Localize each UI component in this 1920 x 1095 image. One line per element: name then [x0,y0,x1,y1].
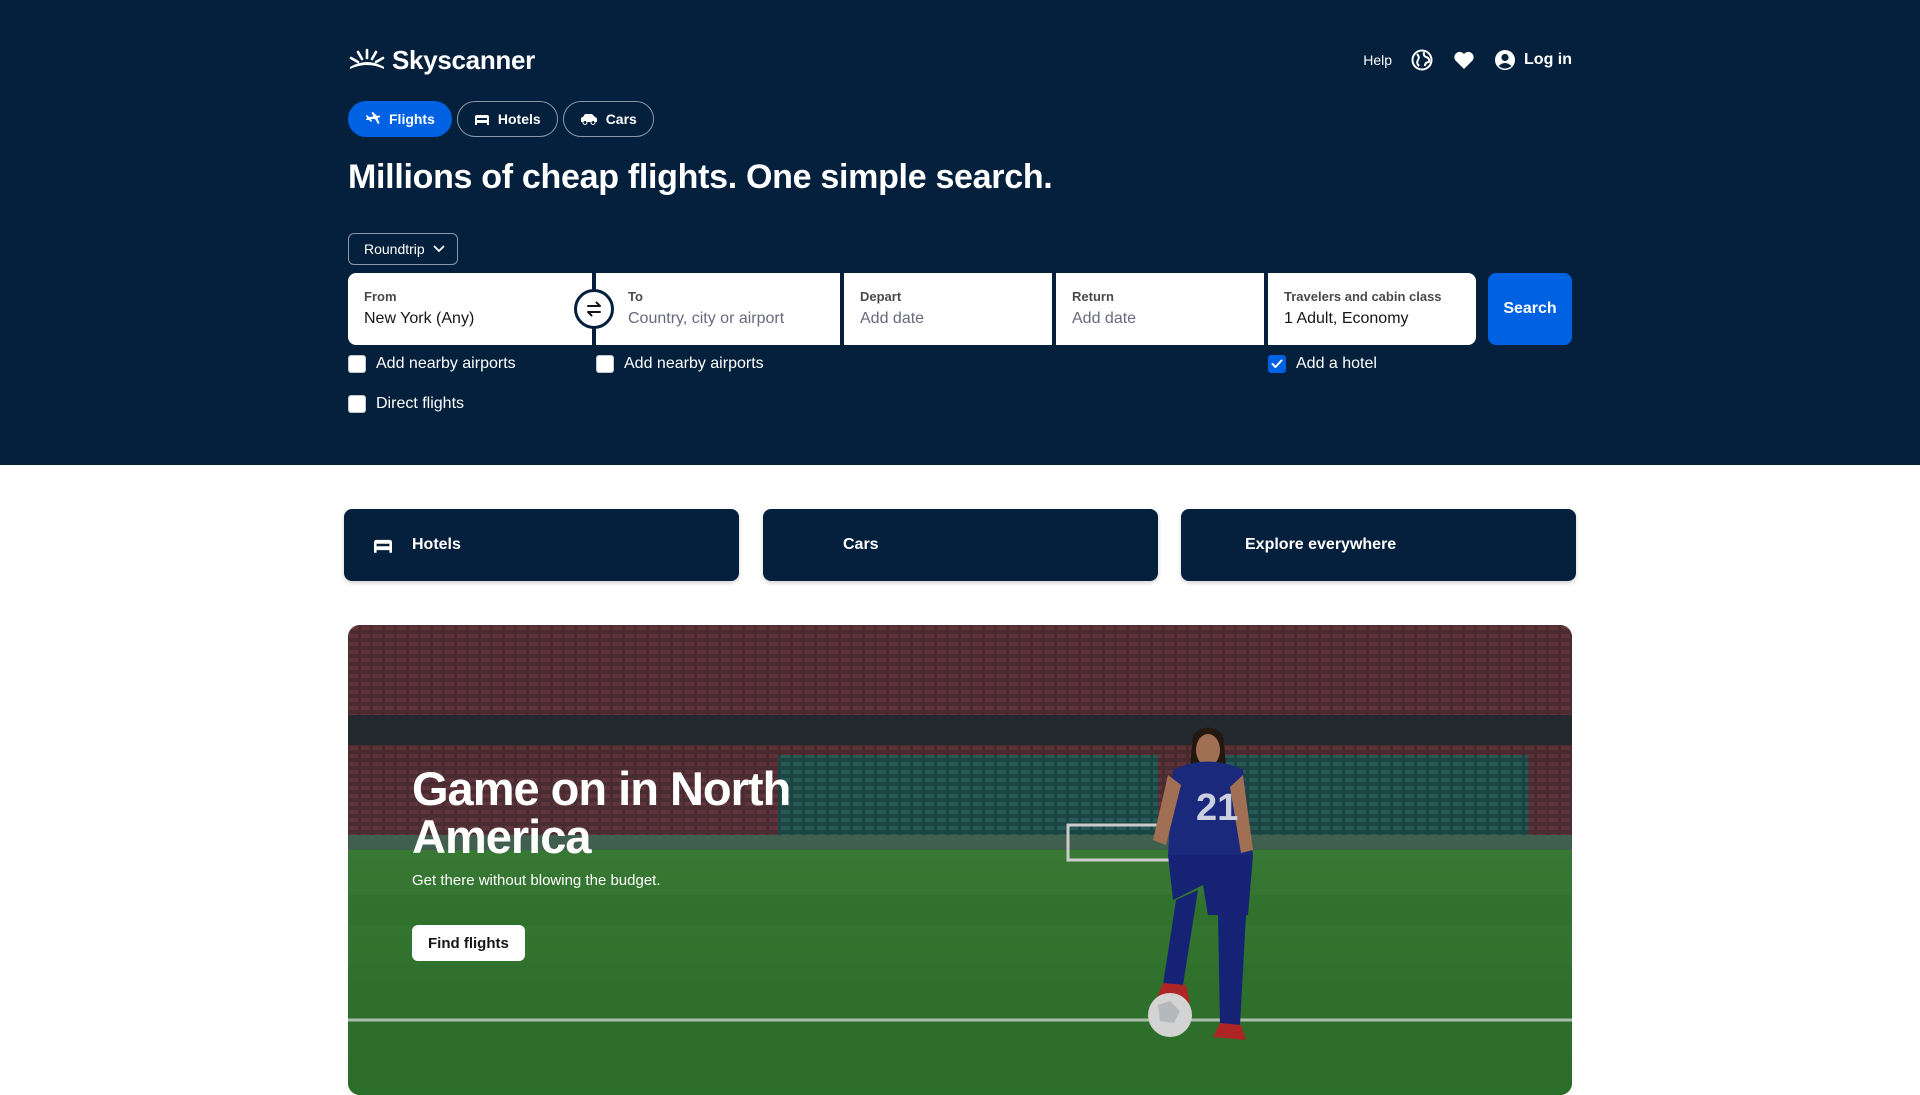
to-label: To [628,289,643,304]
plane-icon [366,112,381,124]
to-field[interactable]: To Country, city or airport [596,273,840,345]
checkmark-icon [1271,359,1283,368]
travelers-label: Travelers and cabin class [1284,289,1442,304]
tab-flights[interactable]: Flights [348,101,452,137]
checkbox-box[interactable] [1268,355,1286,373]
checkbox-label: Add nearby airports [376,355,516,372]
quick-link-cars[interactable]: Cars [763,509,1158,581]
from-field[interactable]: From New York (Any) [348,273,592,345]
product-tabs: Flights Hotels Cars [348,101,1572,137]
brand-name: Skyscanner [392,44,535,75]
quick-link-label: Explore everywhere [1245,536,1397,553]
globe-icon[interactable] [1410,48,1434,72]
login-label: Log in [1524,51,1572,68]
tab-cars[interactable]: Cars [562,101,654,137]
depart-label: Depart [860,289,902,304]
swap-arrows-icon [587,301,601,317]
depart-placeholder: Add date [860,310,925,327]
help-link[interactable]: Help [1363,52,1392,68]
chevron-down-icon [433,245,445,253]
sunrise-logo-icon [349,48,385,69]
checkbox-box[interactable] [348,355,366,373]
quick-link-hotels[interactable]: Hotels [344,509,739,581]
travelers-value: 1 Adult, Economy [1284,310,1409,327]
nearby-from-checkbox[interactable]: Add nearby airports [348,355,516,373]
tab-label: Flights [389,111,435,127]
quick-link-label: Hotels [412,536,461,553]
from-value: New York (Any) [364,310,475,327]
find-flights-button[interactable]: Find flights [412,925,525,961]
quick-link-label: Cars [843,536,879,553]
from-label: From [364,289,397,304]
user-icon [1495,50,1516,70]
car-icon [580,114,597,125]
heart-icon[interactable] [1452,48,1476,72]
promo-banner[interactable]: 21 Game on in North America Get there wi… [348,625,1572,1095]
checkbox-label: Add a hotel [1296,355,1377,372]
add-hotel-checkbox[interactable]: Add a hotel [1268,355,1377,373]
checkbox-box[interactable] [596,355,614,373]
depart-field[interactable]: Depart Add date [844,273,1052,345]
travelers-field[interactable]: Travelers and cabin class 1 Adult, Econo… [1268,273,1476,345]
tab-label: Hotels [497,111,541,127]
bed-icon [374,539,392,553]
trip-type-select[interactable]: Roundtrip [348,233,458,265]
swap-button[interactable] [574,289,614,329]
skyscanner-logo[interactable]: Skyscanner [348,45,535,76]
trip-type-value: Roundtrip [364,241,425,257]
page-headline: Millions of cheap flights. One simple se… [348,158,1053,196]
login-button[interactable]: Log in [1494,49,1572,71]
checkbox-label: Direct flights [376,395,465,412]
checkbox-box[interactable] [348,395,366,413]
search-button[interactable]: Search [1488,273,1572,345]
nearby-to-checkbox[interactable]: Add nearby airports [596,355,764,373]
tab-hotels[interactable]: Hotels [456,101,558,137]
to-placeholder: Country, city or airport [628,310,785,327]
direct-flights-checkbox[interactable]: Direct flights [348,395,464,413]
return-label: Return [1072,289,1114,304]
return-field[interactable]: Return Add date [1056,273,1264,345]
promo-title: Game on in North America [412,762,791,863]
tab-label: Cars [605,111,637,127]
header-actions: Help Log in [1363,48,1572,72]
return-placeholder: Add date [1072,310,1137,327]
bed-icon [474,115,489,125]
promo-subtitle: Get there without blowing the budget. [412,872,661,889]
checkbox-label: Add nearby airports [624,355,764,372]
top-header: Skyscanner Help Log in [348,40,1572,80]
quick-link-explore[interactable]: Explore everywhere [1181,509,1576,581]
